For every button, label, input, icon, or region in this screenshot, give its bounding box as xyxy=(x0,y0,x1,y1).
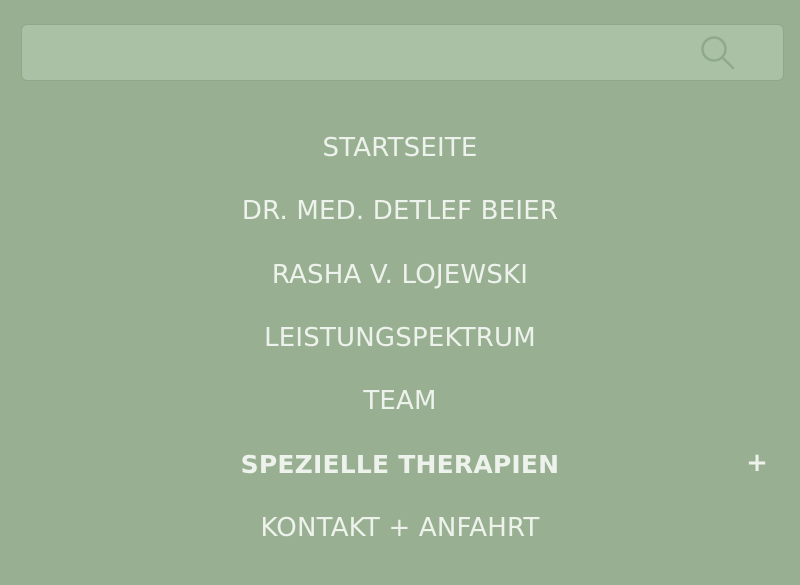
expand-submenu-toggle[interactable]: + xyxy=(742,433,772,496)
mobile-menu-panel: STARTSEITE DR. MED. DETLEF BEIER RASHA V… xyxy=(0,0,800,585)
nav-item-label: STARTSEITE xyxy=(322,133,478,163)
nav-item-startseite[interactable]: STARTSEITE xyxy=(0,117,800,180)
nav-item-leistungspektrum[interactable]: LEISTUNGSPEKTRUM xyxy=(0,307,800,370)
nav-item-label: RASHA V. LOJEWSKI xyxy=(271,259,529,290)
nav-item-label: LEISTUNGSPEKTRUM xyxy=(264,322,536,353)
nav-item-team[interactable]: TEAM xyxy=(0,370,800,433)
nav-item-label: TEAM xyxy=(363,386,437,417)
nav-item-label: KONTAKT + ANFAHRT xyxy=(260,512,540,543)
nav-item-spezielle-therapien[interactable]: SPEZIELLE THERAPIEN + xyxy=(0,433,800,496)
nav-item-rasha-v-lojewski[interactable]: RASHA V. LOJEWSKI xyxy=(0,244,800,307)
nav-item-kontakt-anfahrt[interactable]: KONTAKT + ANFAHRT xyxy=(0,497,800,560)
search-bar xyxy=(21,24,784,81)
search-input[interactable] xyxy=(22,25,682,80)
nav-item-dr-med-detlef-beier[interactable]: DR. MED. DETLEF BEIER xyxy=(0,180,800,243)
nav-item-label: SPEZIELLE THERAPIEN xyxy=(240,450,560,480)
search-icon xyxy=(701,36,735,70)
main-navigation: STARTSEITE DR. MED. DETLEF BEIER RASHA V… xyxy=(0,117,800,560)
nav-item-label: DR. MED. DETLEF BEIER xyxy=(241,196,559,227)
search-button[interactable] xyxy=(698,33,738,73)
